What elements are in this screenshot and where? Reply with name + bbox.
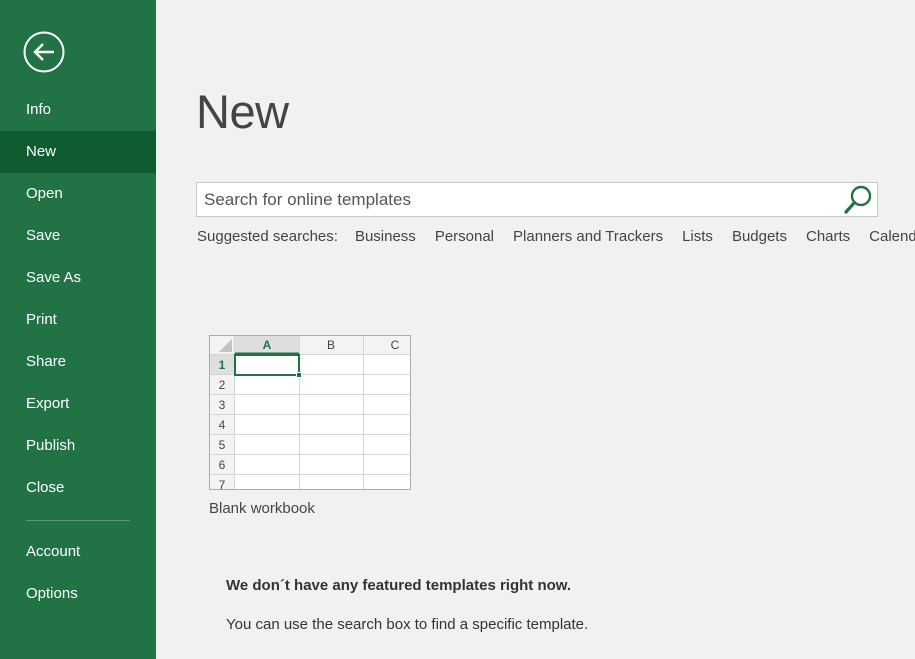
no-featured-heading: We don´t have any featured templates rig… xyxy=(226,577,572,594)
nav-item-open[interactable]: Open xyxy=(0,173,156,215)
suggested-link-budgets[interactable]: Budgets xyxy=(732,228,787,245)
template-label: Blank workbook xyxy=(209,500,315,517)
row-header-5: 5 xyxy=(219,438,226,452)
nav-item-print[interactable]: Print xyxy=(0,299,156,341)
template-search-box xyxy=(196,182,878,217)
nav-item-info[interactable]: Info xyxy=(0,89,156,131)
nav-item-options[interactable]: Options xyxy=(0,573,156,615)
nav-item-share[interactable]: Share xyxy=(0,341,156,383)
no-featured-body: You can use the search box to find a spe… xyxy=(226,616,589,633)
template-search-input[interactable] xyxy=(197,183,837,216)
column-header-c: C xyxy=(391,338,400,352)
nav-item-new[interactable]: New xyxy=(0,131,156,173)
suggested-searches-label: Suggested searches: xyxy=(197,228,338,245)
search-button[interactable] xyxy=(843,184,875,215)
suggested-link-planners[interactable]: Planners and Trackers xyxy=(513,228,663,245)
row-header-1: 1 xyxy=(219,358,226,372)
suggested-link-business[interactable]: Business xyxy=(355,228,416,245)
suggested-link-calendars[interactable]: Calendars xyxy=(869,228,915,245)
column-header-a: A xyxy=(263,338,272,352)
row-header-4: 4 xyxy=(219,418,226,432)
column-header-b: B xyxy=(327,338,335,352)
back-button[interactable] xyxy=(23,31,65,73)
suggested-link-personal[interactable]: Personal xyxy=(435,228,494,245)
row-header-7: 7 xyxy=(219,478,226,490)
row-header-2: 2 xyxy=(219,378,226,392)
suggested-searches: Suggested searches: Business Personal Plann… xyxy=(197,228,915,245)
page-title: New xyxy=(196,85,289,138)
row-header-3: 3 xyxy=(219,398,226,412)
suggested-link-charts[interactable]: Charts xyxy=(806,228,850,245)
nav-item-close[interactable]: Close xyxy=(0,467,156,509)
search-icon xyxy=(844,185,872,214)
nav-divider xyxy=(26,520,130,521)
backstage-sidebar: Info New Open Save Save As Print Share E… xyxy=(0,0,156,659)
suggested-link-lists[interactable]: Lists xyxy=(682,228,713,245)
nav-item-account[interactable]: Account xyxy=(0,531,156,573)
nav-item-publish[interactable]: Publish xyxy=(0,425,156,467)
row-header-6: 6 xyxy=(219,458,226,472)
nav-item-save-as[interactable]: Save As xyxy=(0,257,156,299)
blank-workbook-thumbnail: A B C 1 2 3 4 5 6 7 xyxy=(209,335,411,490)
nav-item-save[interactable]: Save xyxy=(0,215,156,257)
template-blank-workbook[interactable]: A B C 1 2 3 4 5 6 7 Blank workbook xyxy=(209,335,411,517)
nav-item-export[interactable]: Export xyxy=(0,383,156,425)
back-arrow-icon xyxy=(23,31,65,73)
